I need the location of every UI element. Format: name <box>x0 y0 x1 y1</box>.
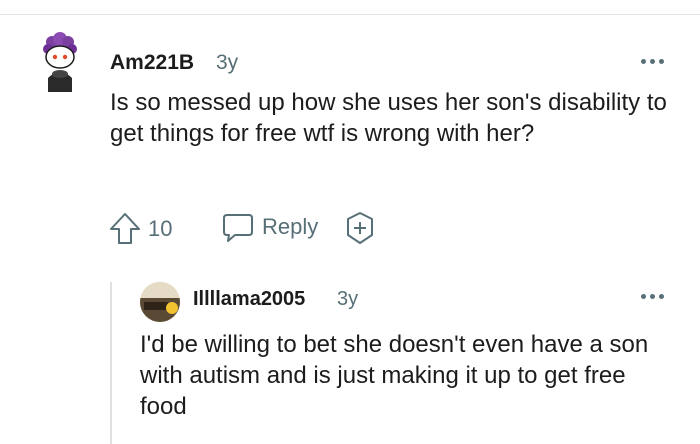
comment-timestamp[interactable]: 3y <box>337 288 358 311</box>
user-avatar-icon[interactable] <box>140 282 180 322</box>
more-options-icon[interactable] <box>641 293 667 301</box>
comment-username[interactable]: Illllama2005 <box>193 288 305 311</box>
reply-comment: Illllama2005 3y I'd be willing to bet sh… <box>0 0 700 444</box>
comment-body: I'd be willing to bet she doesn't even h… <box>140 331 649 420</box>
